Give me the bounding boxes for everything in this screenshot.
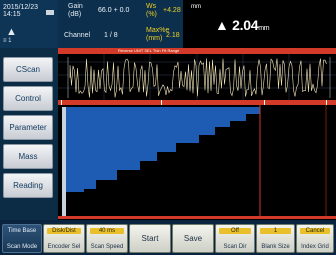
cancel-button[interactable]: Cancel Index Grid xyxy=(296,224,334,253)
scan-speed-button[interactable]: 40 ms Scan Speed xyxy=(86,224,128,253)
date-time: 2015/12/23 14:15 xyxy=(3,4,38,18)
scan-dir-button[interactable]: Off Scan Dir xyxy=(215,224,255,253)
reading-value: ▲ 2.04 xyxy=(215,17,259,33)
encoder-label: Encoder Sel xyxy=(47,244,81,250)
ultrasonic-flaw-detector-screen: 2015/12/23 14:15 ▲ ≡ 1 Gain (dB) 66.0 + … xyxy=(0,0,336,255)
param3-label: Ws (%) xyxy=(146,3,157,19)
c-scan-image xyxy=(66,107,260,192)
param4-value[interactable]: 2.18 xyxy=(166,32,180,40)
date-text: 2015/12/23 xyxy=(3,4,39,11)
blank-size-label: Blank Size xyxy=(261,244,290,250)
save-button[interactable]: Save xyxy=(172,224,214,253)
scan-dir-label: Scan Dir xyxy=(223,244,247,250)
reading-sub-unit: mm xyxy=(258,25,270,32)
scan-mode-label: Scan Mode xyxy=(6,244,38,250)
blank-size-button[interactable]: 1 Blank Size xyxy=(256,224,295,253)
c-scan-display[interactable] xyxy=(58,100,336,220)
a-scan-plot xyxy=(58,54,336,100)
a-scan-waveform xyxy=(69,58,327,98)
a-scan-scale-strip: Reverse UNIT SEL Thin Fft Range xyxy=(58,48,336,54)
scan-dir-value: Off xyxy=(219,228,251,234)
time-base-label: Time Base xyxy=(7,228,37,234)
c-scan-top-scale xyxy=(58,100,336,105)
scan-speed-value: 40 ms xyxy=(90,228,124,234)
scan-speed-label: Scan Speed xyxy=(90,244,124,250)
time-base-button[interactable]: Time Base Scan Mode xyxy=(2,224,42,253)
menu-cscan-button[interactable]: CScan xyxy=(3,57,53,82)
c-scan-ruler xyxy=(62,107,66,217)
status-indicator: ≡ 1 xyxy=(3,38,12,44)
up-arrow-icon[interactable]: ▲ xyxy=(6,26,17,38)
channel-label: Channel xyxy=(64,32,91,39)
encoder-select-button[interactable]: Disk/Dist Encoder Sel xyxy=(43,224,85,253)
side-menu: CScan Control Parameter Mass Reading xyxy=(0,48,58,220)
a-scan-scale-text: Reverse UNIT SEL Thin Fft Range xyxy=(118,48,180,53)
menu-mass-button[interactable]: Mass xyxy=(3,144,53,169)
status-panel: 2015/12/23 14:15 ▲ ≡ 1 xyxy=(0,0,58,48)
thickness-reading: ▲ 2.04mm xyxy=(215,17,270,33)
channel-value[interactable]: 1 / 8 xyxy=(104,32,118,40)
menu-control-button[interactable]: Control xyxy=(3,86,53,111)
start-button[interactable]: Start xyxy=(129,224,171,253)
param3-unit: (%) xyxy=(146,11,157,18)
blank-size-value: 1 xyxy=(260,228,291,234)
reading-unit: mm xyxy=(191,4,201,10)
a-scan-display[interactable] xyxy=(58,48,336,100)
param3-label-text: Ws xyxy=(146,3,157,10)
gain-label-text: Gain xyxy=(68,3,83,10)
gain-value[interactable]: 66.0 + 0.0 xyxy=(98,7,129,15)
index-grid-label: Index Grid xyxy=(301,244,329,250)
encoder-value: Disk/Dist xyxy=(47,228,81,234)
sd-card-icon xyxy=(46,10,54,15)
gain-unit: (dB) xyxy=(68,11,82,18)
parameter-panel: Gain (dB) 66.0 + 0.0 Ws (%) +4.28 Channe… xyxy=(58,0,183,48)
menu-reading-button[interactable]: Reading xyxy=(3,173,53,198)
c-scan-bottom-scale xyxy=(58,216,336,219)
cancel-label: Cancel xyxy=(300,228,330,234)
param3-value[interactable]: +4.28 xyxy=(163,7,181,15)
c-scan-plot xyxy=(58,100,336,219)
menu-parameter-button[interactable]: Parameter xyxy=(3,115,53,140)
time-text: 14:15 xyxy=(3,11,21,18)
gain-label: Gain (dB) xyxy=(68,3,83,19)
